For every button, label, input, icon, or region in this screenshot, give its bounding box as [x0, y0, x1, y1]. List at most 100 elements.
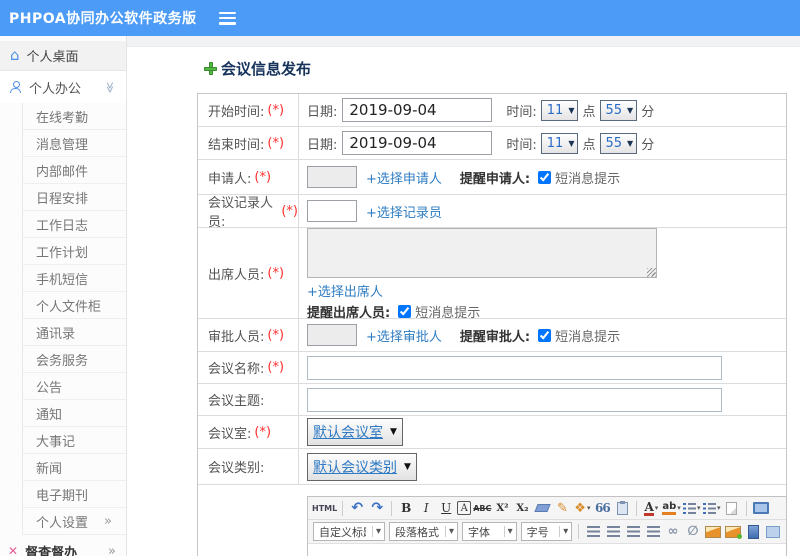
required-mark: (*) [267, 135, 285, 151]
sidebar-item-schedule[interactable]: 日程安排 [22, 184, 126, 211]
align-left-icon[interactable] [584, 523, 602, 541]
sidebar-item-supervision[interactable]: ✕ 督查督办 » [0, 535, 126, 556]
meeting-name-input[interactable] [307, 355, 722, 380]
table-icon[interactable] [764, 523, 782, 541]
start-hour-select[interactable]: 11 [540, 99, 579, 121]
sidebar-item-meeting-service[interactable]: 会务服务 [22, 346, 126, 373]
start-minute-select[interactable]: 55 [599, 99, 638, 121]
sidebar-item-e-journal[interactable]: 电子期刊 [22, 481, 126, 508]
image-icon[interactable] [704, 523, 722, 541]
bold-icon[interactable]: B [397, 499, 415, 517]
applicant-label: 申请人: [208, 171, 252, 187]
end-date-input[interactable] [342, 131, 493, 155]
italic-icon[interactable]: I [417, 499, 435, 517]
time-label: 时间: [506, 137, 537, 153]
link-icon[interactable]: ∞ [664, 523, 682, 541]
strikethrough-icon[interactable]: ABC [473, 499, 491, 517]
remind-attendees-label: 提醒出席人员: [307, 305, 391, 321]
font-color-icon[interactable]: A ▾ [642, 499, 660, 517]
new-page-icon[interactable] [723, 499, 741, 517]
approver-label: 审批人员: [208, 329, 265, 345]
form-row-recorder: 会议记录人员: (*) +选择记录员 [198, 195, 786, 230]
choose-recorder-link[interactable]: +选择记录员 [366, 202, 442, 221]
char-border-icon[interactable]: A [457, 501, 472, 515]
chevron-right-icon: » [108, 543, 116, 556]
rich-text-editor: HTML ↶ ↷ B I U A ABC X² X₂ ✎ ❖ ▾ 66 A ▾ … [307, 496, 787, 556]
sms-tip-label: 短消息提示 [555, 171, 621, 187]
format-brush-icon[interactable]: ✎ [553, 499, 571, 517]
form-row-approver: 审批人员: (*) +选择审批人 提醒审批人: 短消息提示 [198, 319, 786, 352]
sidebar-item-notice[interactable]: 通知 [22, 400, 126, 427]
sidebar-item-sms[interactable]: 手机短信 [22, 265, 126, 292]
meeting-category-select[interactable]: 默认会议类别 [307, 452, 417, 481]
unlink-icon[interactable]: ∅ [684, 523, 702, 541]
underline-icon[interactable]: U [437, 499, 455, 517]
attendees-sms-checkbox[interactable] [398, 304, 412, 318]
sidebar-item-personal-settings[interactable]: 个人设置 » [22, 508, 126, 535]
approver-sms-checkbox[interactable] [538, 328, 552, 342]
applicant-sms-checkbox[interactable] [538, 170, 552, 184]
date-label: 日期: [307, 137, 338, 153]
app-title: PHPOA协同办公软件政务版 [9, 11, 197, 27]
attendees-textarea-wrap [307, 227, 657, 278]
end-hour-select[interactable]: 11 [540, 132, 579, 154]
attendees-textarea[interactable] [307, 227, 657, 278]
eraser-icon[interactable] [533, 499, 551, 517]
sidebar-item-online-attendance[interactable]: 在线考勤 [22, 103, 126, 130]
blockquote-icon[interactable]: 66 [593, 499, 611, 517]
menu-hamburger-icon[interactable] [218, 11, 236, 25]
redo-icon[interactable]: ↷ [368, 499, 386, 517]
approver-input[interactable] [307, 324, 357, 346]
end-minute-select[interactable]: 55 [599, 132, 638, 154]
paint-format-icon[interactable]: ❖ ▾ [573, 499, 591, 517]
required-mark: (*) [267, 265, 285, 281]
ordered-list-icon[interactable]: ▾ [683, 499, 701, 517]
sidebar-item-major-events[interactable]: 大事记 [22, 427, 126, 454]
align-justify-icon[interactable] [644, 523, 662, 541]
font-family-select[interactable]: 字体 [462, 522, 517, 541]
image-add-icon[interactable] [724, 523, 742, 541]
align-right-icon[interactable] [624, 523, 642, 541]
sidebar-item-work-log[interactable]: 工作日志 [22, 211, 126, 238]
html-source-button[interactable]: HTML [312, 499, 337, 517]
recorder-input[interactable] [307, 200, 357, 222]
caret-down-icon: ▾ [677, 504, 681, 512]
choose-applicant-link[interactable]: +选择申请人 [366, 168, 442, 187]
sidebar-item-personal-desktop[interactable]: ⌂ 个人桌面 [0, 41, 126, 71]
meeting-topic-input[interactable] [307, 387, 722, 412]
media-icon[interactable] [744, 523, 762, 541]
subscript-icon[interactable]: X₂ [513, 499, 531, 517]
editor-content-area[interactable] [308, 544, 786, 556]
start-time-label: 开始时间: [208, 104, 265, 120]
fullscreen-icon[interactable] [752, 499, 770, 517]
meeting-room-label: 会议室: [208, 426, 252, 442]
chevron-right-icon: » [104, 513, 112, 529]
paste-icon[interactable] [613, 499, 631, 517]
choose-attendees-link[interactable]: +选择出席人 [307, 285, 383, 300]
align-center-icon[interactable] [604, 523, 622, 541]
sidebar-item-work-plan[interactable]: 工作计划 [22, 238, 126, 265]
sidebar-item-announcement[interactable]: 公告 [22, 373, 126, 400]
form-row-attendees: 出席人员: (*) +选择出席人 提醒出席人员: 短消息提示 [198, 227, 786, 321]
attendees-label: 出席人员: [208, 267, 265, 283]
header-shadow-strip [127, 36, 800, 47]
paragraph-format-select[interactable]: 段落格式 [389, 522, 459, 541]
sidebar-item-message-management[interactable]: 消息管理 [22, 130, 126, 157]
unordered-list-icon[interactable]: ▾ [703, 499, 721, 517]
choose-approver-link[interactable]: +选择审批人 [366, 326, 442, 345]
sidebar-item-personal-files[interactable]: 个人文件柜 [22, 292, 126, 319]
undo-icon[interactable]: ↶ [348, 499, 366, 517]
sidebar-item-personal-office[interactable]: 个人办公 ≫ [0, 71, 126, 103]
meeting-room-select[interactable]: 默认会议室 [307, 418, 403, 446]
applicant-input[interactable] [307, 166, 357, 188]
start-date-input[interactable] [342, 98, 493, 122]
sidebar-item-contacts[interactable]: 通讯录 [22, 319, 126, 346]
main-content: 会议信息发布 开始时间:(*) 日期: 时间: 11 点 55 分 [127, 36, 800, 556]
sidebar-item-internal-mail[interactable]: 内部邮件 [22, 157, 126, 184]
superscript-icon[interactable]: X² [493, 499, 511, 517]
sidebar-item-news[interactable]: 新闻 [22, 454, 126, 481]
font-size-select[interactable]: 字号 [520, 522, 573, 541]
custom-style-select[interactable]: 自定义标题 [313, 522, 385, 541]
page-title: 会议信息发布 [221, 60, 312, 78]
highlight-color-icon[interactable]: ab ▾ [662, 499, 681, 517]
